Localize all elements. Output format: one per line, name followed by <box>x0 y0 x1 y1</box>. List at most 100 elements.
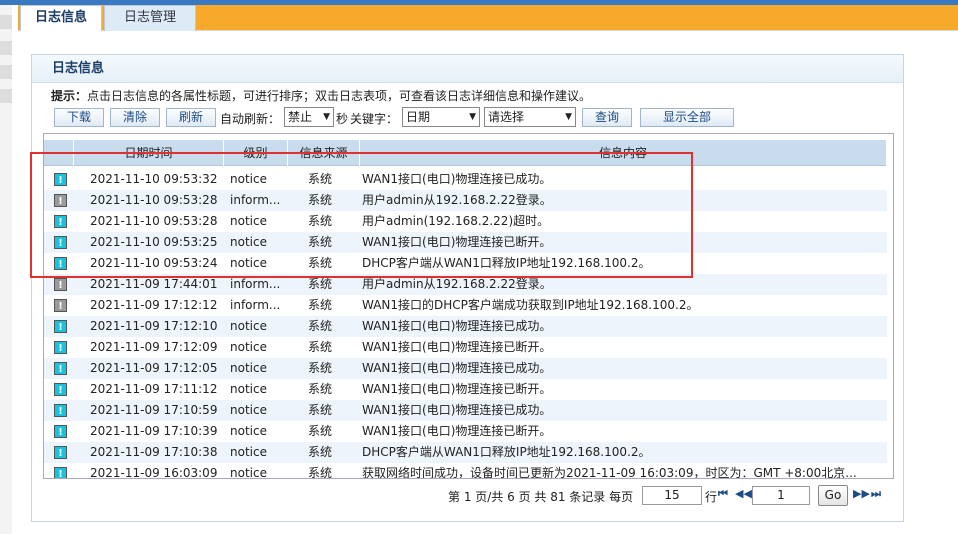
per-page-input[interactable]: 15 <box>642 486 702 505</box>
tab-log-management[interactable]: 日志管理 <box>104 5 196 31</box>
table-row[interactable]: ! 2021-11-10 09:53:24 notice 系统 DHCP客户端从WAN1… <box>44 253 887 274</box>
cell-content: WAN1接口(电口)物理连接已断开。 <box>362 340 552 354</box>
info-level-icon: ! <box>54 194 67 207</box>
cell-source: 系统 <box>308 172 333 186</box>
tab-log-info[interactable]: 日志信息 <box>20 5 102 31</box>
col-header-content[interactable]: 信息内容 <box>360 140 887 166</box>
cell-datetime: 2021-11-09 17:10:38 <box>90 445 218 459</box>
cell-content: WAN1接口(电口)物理连接已成功。 <box>362 361 552 375</box>
table-row[interactable]: ! 2021-11-10 09:53:28 inform... 系统 用户admin从1… <box>44 190 887 211</box>
cell-source: 系统 <box>308 214 333 228</box>
page-info: 第 1 页/共 6 页 共 81 条记录 每页 <box>448 490 634 504</box>
hint-prefix: 提示： <box>51 89 88 103</box>
cell-source: 系统 <box>308 298 333 312</box>
cell-datetime: 2021-11-09 17:12:05 <box>90 361 218 375</box>
page-number-input[interactable]: 1 <box>752 486 810 505</box>
table-row[interactable]: ! 2021-11-09 17:44:01 inform... 系统 用户admin从1… <box>44 274 887 295</box>
cell-source: 系统 <box>308 382 333 396</box>
cell-datetime: 2021-11-09 16:03:09 <box>90 466 218 479</box>
cell-datetime: 2021-11-09 17:11:12 <box>90 382 218 396</box>
dropdown-arrow-icon: ▼ <box>323 112 330 122</box>
auto-refresh-value: 禁止 <box>288 110 313 124</box>
pagination: 第 1 页/共 6 页 共 81 条记录 每页 15 行 ⏮ ◀◀ 1 Go ▶… <box>448 485 888 506</box>
col-header-source[interactable]: 信息来源 <box>288 140 360 166</box>
cell-source: 系统 <box>308 193 333 207</box>
cell-datetime: 2021-11-10 09:53:32 <box>90 172 218 186</box>
left-nav-strip <box>0 5 12 534</box>
notice-level-icon: ! <box>54 341 67 354</box>
cell-datetime: 2021-11-10 09:53:28 <box>90 214 218 228</box>
cell-level: notice <box>230 445 267 459</box>
table-row[interactable]: ! 2021-11-10 09:53:25 notice 系统 WAN1接口(电口)物理… <box>44 232 887 253</box>
cell-level: notice <box>230 214 267 228</box>
col-header-level[interactable]: 级别 <box>224 140 288 166</box>
table-row[interactable]: ! 2021-11-09 16:03:09 notice 系统 获取网络时间成功，设备时… <box>44 463 887 479</box>
go-button[interactable]: Go <box>818 485 848 506</box>
notice-level-icon: ! <box>54 404 67 417</box>
keyword-field-value: 日期 <box>406 110 431 124</box>
cell-level: notice <box>230 172 267 186</box>
hint-body: 点击日志信息的各属性标题，可进行排序；双击日志表项，可查看该日志详细信息和操作建… <box>87 89 592 103</box>
refresh-button[interactable]: 刷新 <box>166 108 216 127</box>
cell-content: WAN1接口的DHCP客户端成功获取到IP地址192.168.100.2。 <box>362 298 699 312</box>
table-row[interactable]: ! 2021-11-09 17:10:59 notice 系统 WAN1接口(电口)物理… <box>44 400 887 421</box>
notice-level-icon: ! <box>54 173 67 186</box>
cell-source: 系统 <box>308 235 333 249</box>
cell-datetime: 2021-11-09 17:10:59 <box>90 403 218 417</box>
notice-level-icon: ! <box>54 425 67 438</box>
table-header: 日期时间 级别 信息来源 信息内容 <box>44 140 887 166</box>
notice-level-icon: ! <box>54 320 67 333</box>
table-row[interactable]: ! 2021-11-09 17:12:09 notice 系统 WAN1接口(电口)物理… <box>44 337 887 358</box>
info-level-icon: ! <box>54 299 67 312</box>
table-row[interactable]: ! 2021-11-10 09:53:32 notice 系统 WAN1接口(电口)物理… <box>44 169 887 190</box>
cell-source: 系统 <box>308 424 333 438</box>
notice-level-icon: ! <box>54 362 67 375</box>
table-row[interactable]: ! 2021-11-09 17:10:39 notice 系统 WAN1接口(电口)物理… <box>44 421 887 442</box>
cell-datetime: 2021-11-10 09:53:28 <box>90 193 218 207</box>
cell-content: WAN1接口(电口)物理连接已成功。 <box>362 403 552 417</box>
cell-datetime: 2021-11-09 17:10:39 <box>90 424 218 438</box>
last-page-icon[interactable]: ⏭ <box>871 487 881 501</box>
keyword-value: 请选择 <box>488 110 525 124</box>
table-row[interactable]: ! 2021-11-09 17:10:38 notice 系统 DHCP客户端从WAN1… <box>44 442 887 463</box>
notice-level-icon: ! <box>54 215 67 228</box>
cell-datetime: 2021-11-10 09:53:24 <box>90 256 218 270</box>
notice-level-icon: ! <box>54 446 67 459</box>
download-button[interactable]: 下载 <box>54 108 104 127</box>
table-row[interactable]: ! 2021-11-09 17:12:10 notice 系统 WAN1接口(电口)物理… <box>44 316 887 337</box>
keyword-value-select[interactable]: 请选择 ▼ <box>484 107 576 127</box>
cell-level: notice <box>230 361 267 375</box>
rows-label: 行 <box>705 490 718 504</box>
keyword-field-select[interactable]: 日期 ▼ <box>402 107 480 127</box>
clear-button[interactable]: 清除 <box>110 108 160 127</box>
cell-source: 系统 <box>308 361 333 375</box>
cell-content: WAN1接口(电口)物理连接已断开。 <box>362 235 552 249</box>
cell-source: 系统 <box>308 403 333 417</box>
cell-content: WAN1接口(电口)物理连接已断开。 <box>362 424 552 438</box>
col-header-datetime[interactable]: 日期时间 <box>74 140 224 166</box>
show-all-button[interactable]: 显示全部 <box>640 108 734 127</box>
cell-level: notice <box>230 319 267 333</box>
table-row[interactable]: ! 2021-11-09 17:12:05 notice 系统 WAN1接口(电口)物理… <box>44 358 887 379</box>
query-button[interactable]: 查询 <box>582 108 632 127</box>
cell-level: inform... <box>230 298 281 312</box>
cell-source: 系统 <box>308 277 333 291</box>
table-row[interactable]: ! 2021-11-09 17:11:12 notice 系统 WAN1接口(电口)物理… <box>44 379 887 400</box>
info-level-icon: ! <box>54 278 67 291</box>
cell-source: 系统 <box>308 319 333 333</box>
auto-refresh-label: 自动刷新： <box>220 112 281 126</box>
seconds-label: 秒 <box>336 112 349 126</box>
prev-page-icon[interactable]: ◀◀ <box>735 487 752 500</box>
table-row[interactable]: ! 2021-11-10 09:53:28 notice 系统 用户admin(192.… <box>44 211 887 232</box>
first-page-icon[interactable]: ⏮ <box>718 487 728 501</box>
notice-level-icon: ! <box>54 236 67 249</box>
cell-datetime: 2021-11-09 17:44:01 <box>90 277 218 291</box>
cell-content: WAN1接口(电口)物理连接已成功。 <box>362 172 552 186</box>
cell-source: 系统 <box>308 340 333 354</box>
cell-level: notice <box>230 403 267 417</box>
auto-refresh-select[interactable]: 禁止 ▼ <box>284 107 334 127</box>
table-row[interactable]: ! 2021-11-09 17:12:12 inform... 系统 WAN1接口的DH… <box>44 295 887 316</box>
cell-source: 系统 <box>308 466 333 479</box>
cell-content: 用户admin从192.168.2.22登录。 <box>362 277 552 291</box>
next-page-icon[interactable]: ▶▶ <box>853 487 870 500</box>
